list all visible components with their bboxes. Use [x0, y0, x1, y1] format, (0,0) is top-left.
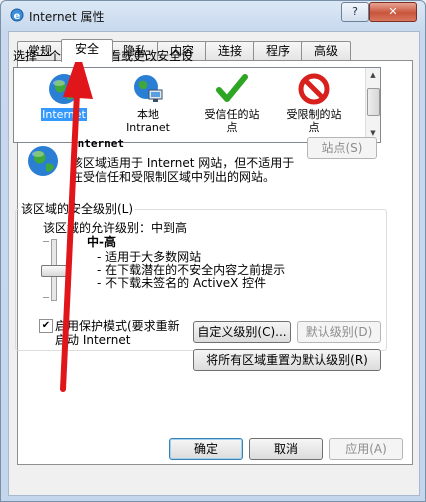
zone-list: Internet 本地 Intranet 受信任的站 点 受限制的站 点 ▲ ▼: [13, 67, 381, 143]
zone-internet-label: Internet: [41, 108, 87, 121]
tab-programs[interactable]: 程序: [253, 41, 303, 61]
zone-intranet-label-1: 本地: [137, 108, 159, 121]
tab-security[interactable]: 安全: [61, 39, 113, 62]
apply-button[interactable]: 应用(A): [329, 438, 403, 460]
zone-trusted-label-2: 点: [226, 121, 238, 134]
tab-connections[interactable]: 连接: [205, 41, 255, 61]
level-item: - 不下载未签名的 ActiveX 控件: [97, 276, 267, 290]
zone-intranet-label-2: Intranet: [126, 121, 170, 134]
zone-desc-line-1: 该区域适用于 Internet 网站，但不适用于: [71, 156, 295, 170]
intranet-globe-icon: [134, 75, 163, 102]
slider-tick: [43, 241, 49, 242]
protected-mode-label: 启用保护模式(要求重新 启动 Internet: [55, 319, 205, 347]
security-level-name: 中-高: [87, 235, 116, 249]
protected-mode-label-1: 启用保护模式(要求重新: [55, 319, 180, 333]
selected-zone-description: 该区域适用于 Internet 网站，但不适用于 在受信任和受限制区域中列出的网…: [71, 156, 311, 184]
scroll-thumb[interactable]: [367, 88, 380, 116]
protected-mode-label-2: 启动 Internet: [55, 333, 131, 347]
svg-text:e: e: [14, 11, 21, 22]
cancel-button[interactable]: 取消: [249, 438, 323, 460]
zone-list-scrollbar[interactable]: ▲ ▼: [365, 68, 380, 140]
zone-local-intranet[interactable]: 本地 Intranet: [106, 72, 190, 134]
slider-tick: [43, 297, 49, 298]
title-bar[interactable]: e Internet 属性 ? ✕: [1, 1, 425, 29]
protected-mode-checkbox[interactable]: ✔: [39, 319, 53, 333]
security-level-group-title: 该区域的安全级别(L): [19, 200, 136, 217]
zone-trusted-label-1: 受信任的站: [204, 108, 260, 121]
sites-button[interactable]: 站点(S): [307, 137, 377, 159]
zone-restricted-sites[interactable]: 受限制的站 点: [272, 72, 356, 134]
close-button[interactable]: ✕: [369, 2, 417, 22]
internet-explorer-icon: e: [10, 8, 24, 22]
default-level-button[interactable]: 默认级别(D): [297, 321, 381, 343]
help-button[interactable]: ?: [341, 2, 369, 22]
selected-zone-title: Internet: [71, 137, 124, 150]
window-title: Internet 属性: [29, 10, 105, 24]
zone-desc-line-2: 在受信任和受限制区域中列出的网站。: [71, 170, 276, 184]
globe-icon: [49, 74, 79, 104]
zone-trusted-sites[interactable]: 受信任的站 点: [190, 72, 274, 134]
security-level-slider-thumb[interactable]: [41, 265, 67, 277]
internet-properties-window: e Internet 属性 ? ✕ 常规 安全 隐私 内容 连接 程序 高级 选…: [0, 0, 426, 502]
zone-internet[interactable]: Internet: [22, 72, 106, 121]
scroll-up-icon[interactable]: ▲: [366, 68, 380, 82]
selected-zone-globe-icon: [28, 146, 58, 176]
tab-advanced[interactable]: 高级: [301, 41, 351, 61]
reset-all-zones-button[interactable]: 将所有区域重置为默认级别(R): [193, 349, 381, 371]
security-level-description: - 适用于大多数网站 - 在下载潜在的不安全内容之前提示 - 不下载未签名的 A…: [97, 251, 285, 290]
green-check-icon: [216, 74, 248, 102]
zone-restricted-label-1: 受限制的站: [286, 108, 342, 121]
custom-level-button[interactable]: 自定义级别(C)...: [193, 321, 291, 343]
ok-button[interactable]: 确定: [169, 438, 243, 460]
red-prohibit-icon: [298, 73, 330, 105]
zone-restricted-label-2: 点: [308, 121, 320, 134]
